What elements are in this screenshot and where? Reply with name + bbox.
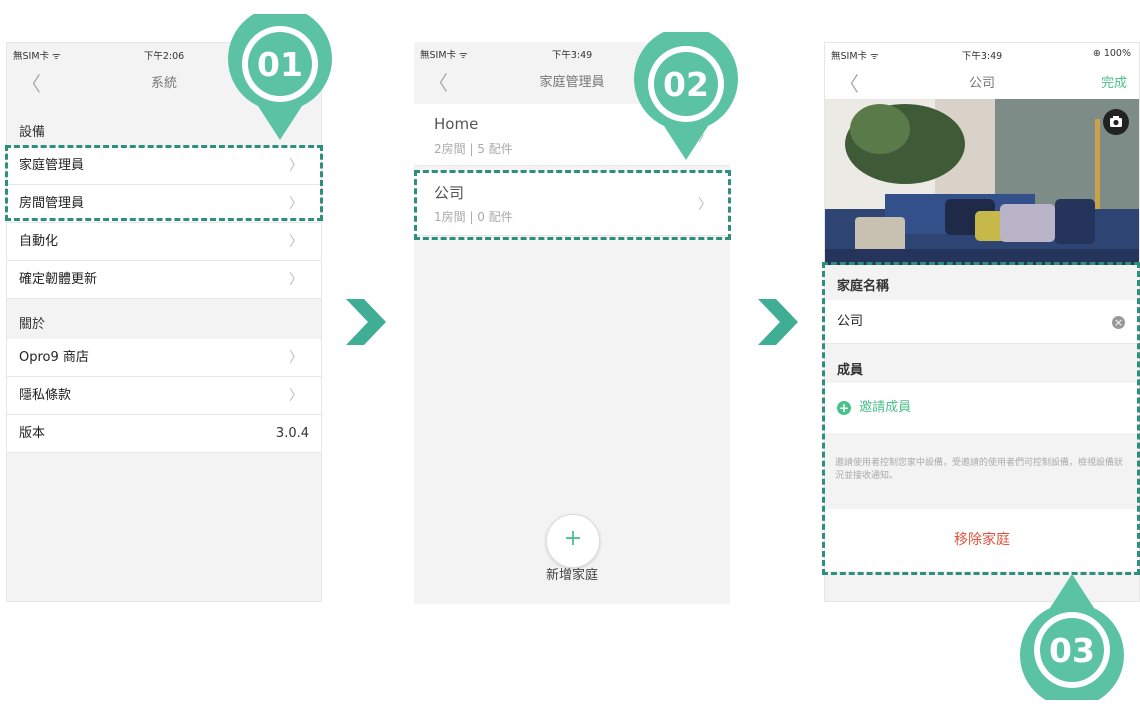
plus-icon: + [563, 526, 583, 551]
next-arrow-icon [346, 299, 386, 345]
highlight-box-03 [822, 262, 1140, 575]
row-firmware-update[interactable]: 確定韌體更新 〉 [7, 261, 321, 299]
row-version: 版本 3.0.4 [7, 415, 321, 453]
badge-number: 01 [257, 45, 303, 84]
row-label: 隱私條款 [19, 388, 72, 403]
add-home-label: 新增家庭 [545, 568, 598, 583]
camera-glyph [1110, 116, 1122, 127]
badge-number: 02 [663, 65, 709, 104]
page-title: 公司 [968, 76, 995, 91]
row-label: 版本 [19, 426, 46, 441]
highlight-box-02 [414, 170, 731, 240]
living-room-image [825, 99, 1139, 265]
highlight-box-01 [5, 145, 323, 221]
home-detail: 2房間 | 5 配件 [434, 142, 513, 156]
step-badge-02: 02 [628, 26, 744, 162]
add-home-button[interactable]: + [546, 514, 600, 568]
battery-indicator: ⊕ 100% [1092, 48, 1131, 59]
section-header-about: 關於 [19, 317, 46, 332]
step-badge-01: 01 [222, 6, 338, 142]
row-privacy[interactable]: 隱私條款 〉 [7, 377, 321, 415]
step-badge-03: 03 [1014, 572, 1130, 704]
chevron-right-icon: 〉 [289, 350, 303, 366]
chevron-right-icon: 〉 [289, 272, 303, 288]
badge-number: 03 [1049, 631, 1095, 670]
home-name: Home [434, 115, 479, 133]
chevron-right-icon: 〉 [289, 234, 303, 250]
next-arrow-icon [758, 299, 798, 345]
row-label: Opro9 商店 [19, 350, 89, 365]
status-bar: 無SIM卡 ᯤ 下午3:49 ⊕ 100% [825, 43, 1139, 63]
home-photo[interactable] [825, 99, 1139, 265]
nav-bar: 〈 公司 完成 [825, 63, 1139, 99]
chevron-right-icon: 〉 [289, 388, 303, 404]
row-label: 確定韌體更新 [19, 272, 98, 287]
done-button[interactable]: 完成 [1101, 72, 1127, 91]
row-label: 自動化 [19, 234, 59, 249]
camera-icon[interactable] [1103, 109, 1129, 135]
row-automation[interactable]: 自動化 〉 [7, 223, 321, 261]
row-store[interactable]: Opro9 商店 〉 [7, 339, 321, 377]
version-value: 3.0.4 [275, 426, 309, 441]
